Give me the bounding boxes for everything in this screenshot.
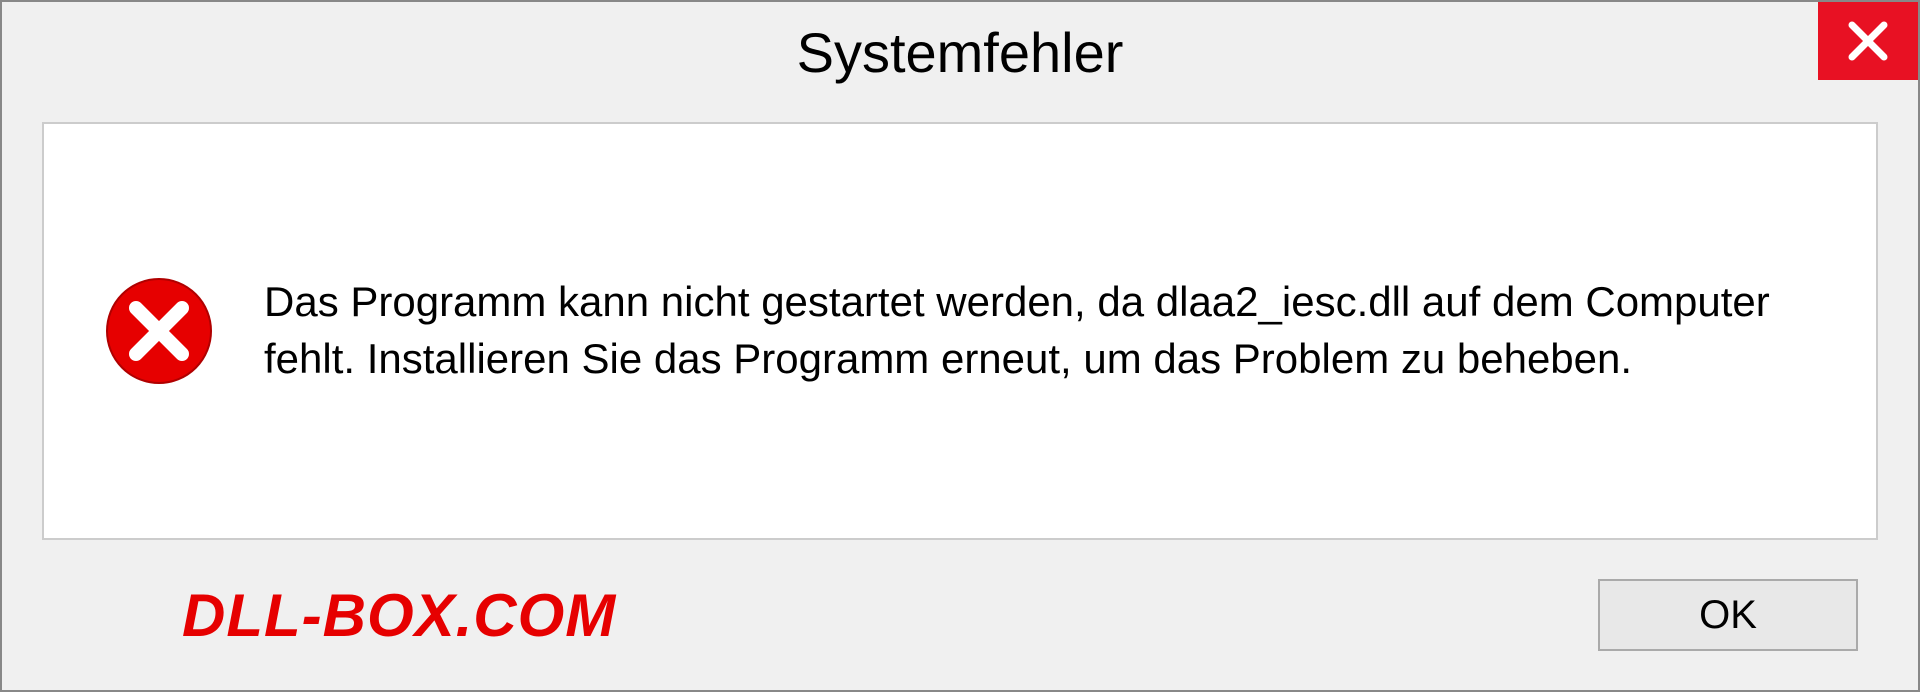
- titlebar: Systemfehler: [2, 2, 1918, 102]
- close-button[interactable]: [1818, 2, 1918, 80]
- error-icon: [104, 276, 214, 386]
- error-dialog: Systemfehler Das Programm kann nicht ges…: [0, 0, 1920, 692]
- ok-button[interactable]: OK: [1598, 579, 1858, 651]
- error-message: Das Programm kann nicht gestartet werden…: [264, 274, 1816, 387]
- watermark-text: DLL-BOX.COM: [182, 581, 616, 650]
- close-icon: [1846, 19, 1890, 63]
- footer: DLL-BOX.COM OK: [2, 540, 1918, 690]
- content-area: Das Programm kann nicht gestartet werden…: [42, 122, 1878, 540]
- dialog-title: Systemfehler: [797, 20, 1124, 85]
